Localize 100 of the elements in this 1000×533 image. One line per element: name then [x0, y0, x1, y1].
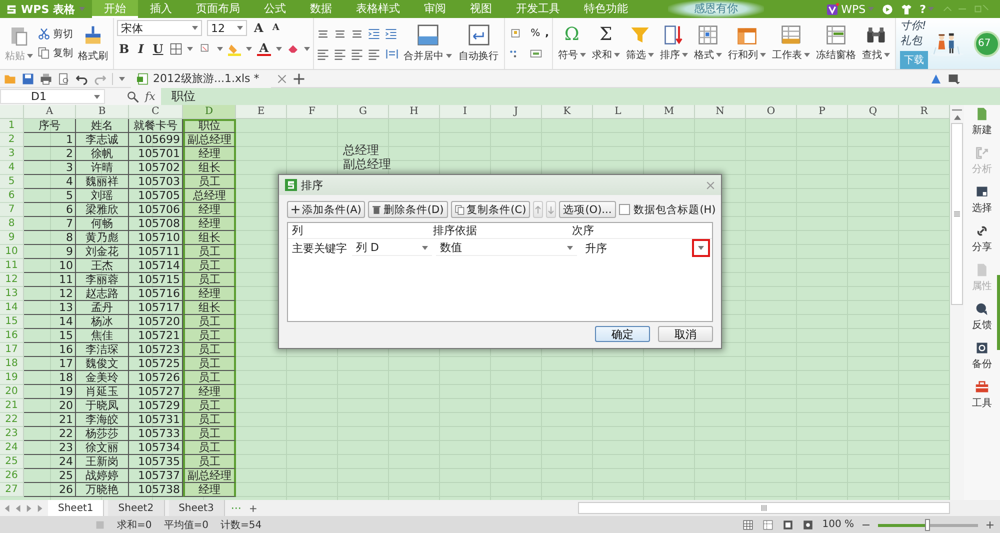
ribbon-tool-button[interactable]: 行和列 — [726, 24, 768, 63]
ribbon-tool-button[interactable]: 冻结窗格 — [814, 24, 858, 63]
panel-handle[interactable] — [997, 275, 1000, 350]
slider-thumb[interactable] — [925, 518, 930, 530]
comma-button[interactable]: , — [545, 28, 549, 39]
order-select[interactable]: 升序 — [585, 240, 607, 256]
sidebar-button[interactable]: 备份 — [972, 341, 992, 371]
ribbon-tool-button[interactable]: Σ 求和 — [590, 24, 622, 63]
sort-basis-select[interactable]: 数值 — [436, 240, 577, 256]
sidebar-button[interactable]: 反馈 — [972, 302, 992, 332]
column-header[interactable]: J — [491, 105, 542, 119]
font-name-select[interactable]: 宋体 — [117, 20, 202, 36]
font-color-button[interactable]: A — [257, 42, 271, 56]
order-dropdown-button[interactable] — [692, 239, 710, 257]
table-cell: 姓名 — [76, 119, 129, 133]
sheet-tab[interactable]: Sheet1 — [48, 500, 104, 516]
add-sheet-button[interactable]: + — [247, 500, 259, 516]
ribbon-tool-button[interactable]: 筛选 — [624, 24, 656, 63]
arrow-up-icon — [534, 204, 542, 214]
table-cell: 17 — [24, 357, 76, 371]
italic-button[interactable]: I — [136, 42, 146, 56]
table-cell: 李海皎 — [76, 413, 129, 427]
table-cell: 员工 — [183, 441, 236, 455]
ribbon-tool-button[interactable]: 格式 — [692, 24, 724, 63]
formula-input[interactable]: 职位 — [161, 88, 1000, 105]
column-header[interactable]: Q — [848, 105, 899, 119]
status-text: 求和=0 — [117, 518, 152, 532]
sheet-tab[interactable]: Sheet3 — [168, 500, 225, 516]
column-header[interactable]: A — [24, 105, 76, 119]
merge-center-button[interactable]: 合并居中 — [402, 23, 454, 64]
move-down-button[interactable] — [546, 201, 556, 218]
align-icon — [350, 48, 363, 60]
move-up-button[interactable] — [533, 201, 544, 218]
table-cell: 8 — [24, 231, 76, 245]
sidebar-button[interactable]: 工具 — [972, 380, 992, 410]
sidebar-button[interactable]: 选择 — [972, 185, 992, 215]
function-label[interactable]: fx — [145, 90, 156, 103]
cut-button[interactable]: 剪切 — [38, 27, 73, 41]
document-tab[interactable]: 2012级旅游...1.xls * — [131, 70, 271, 88]
column-header[interactable]: G — [338, 105, 389, 119]
zoom-icon — [127, 90, 139, 102]
undo-icon — [76, 72, 88, 84]
underline-button[interactable]: U — [150, 42, 166, 56]
grow-font-button[interactable]: A — [252, 21, 266, 35]
ribbon-tool-button[interactable]: 查找 — [860, 24, 892, 63]
ok-button[interactable]: 确定 — [595, 326, 650, 342]
cancel-button[interactable]: 取消 — [658, 326, 713, 342]
caret-icon — [698, 246, 704, 250]
vertical-scrollbar[interactable] — [950, 105, 964, 500]
sheet-tab[interactable]: Sheet2 — [108, 500, 165, 516]
checkbox-label[interactable]: 数据包含标题(H) — [634, 202, 716, 216]
delete-condition-button[interactable]: 删除条件(D) — [368, 201, 448, 218]
select-all-corner[interactable] — [0, 105, 24, 119]
status-text: 计数=54 — [220, 518, 262, 532]
column-header[interactable]: I — [440, 105, 491, 119]
column-header[interactable]: E — [236, 105, 287, 119]
column-header[interactable]: D — [183, 105, 236, 119]
font-size-select[interactable]: 12 — [207, 20, 247, 36]
caret-icon — [422, 246, 428, 250]
column-header[interactable]: L — [593, 105, 644, 119]
table-cell: 10 — [24, 259, 76, 273]
column-header[interactable]: N — [695, 105, 746, 119]
sheet-icon — [780, 25, 801, 45]
ribbon-tool-button[interactable]: 工作表 — [770, 24, 812, 63]
new-tab-icon — [293, 72, 305, 84]
table-cell: 18 — [24, 371, 76, 385]
scissors-icon — [38, 28, 50, 40]
bold-button[interactable]: B — [117, 42, 132, 56]
copy-condition-button[interactable]: 复制条件(C) — [450, 201, 530, 218]
horizontal-scrollbar[interactable] — [578, 502, 950, 514]
column-header[interactable]: P — [797, 105, 848, 119]
sidebar-button[interactable]: 新建 — [972, 107, 992, 137]
column-header[interactable]: O — [746, 105, 797, 119]
wrap-text-button[interactable]: 自动换行 — [456, 23, 501, 64]
copy-button[interactable]: 复制 — [38, 46, 73, 60]
name-box[interactable]: D1 — [0, 89, 105, 104]
trash-icon — [372, 204, 382, 214]
format-painter-button[interactable]: 格式刷 — [76, 23, 110, 64]
sidebar-button[interactable]: 分享 — [972, 224, 992, 254]
table-cell: 于晓凤 — [76, 399, 129, 413]
column-header[interactable]: C — [129, 105, 183, 119]
column-header[interactable]: K — [542, 105, 593, 119]
column-select[interactable]: 列 D — [352, 240, 432, 256]
percent-button[interactable]: % — [530, 28, 540, 39]
add-condition-button[interactable]: 添加条件(A) — [287, 201, 366, 218]
options-button[interactable]: 选项(O)... — [559, 201, 616, 218]
ribbon-tool-button[interactable]: 排序 — [658, 24, 690, 63]
column-header[interactable]: F — [287, 105, 338, 119]
table-cell: 徐文丽 — [76, 441, 129, 455]
shrink-font-button[interactable]: A — [270, 23, 282, 33]
table-cell: 刘瑶 — [76, 189, 129, 203]
table-cell: 19 — [24, 385, 76, 399]
column-header[interactable]: B — [76, 105, 129, 119]
header-checkbox[interactable] — [618, 204, 630, 215]
ribbon-tool-button[interactable]: Ω 符号 — [556, 24, 588, 63]
column-header[interactable]: H — [389, 105, 440, 119]
table-cell: 员工 — [183, 175, 236, 189]
column-header[interactable]: R — [899, 105, 950, 119]
column-header[interactable]: M — [644, 105, 695, 119]
grid-icon — [698, 25, 718, 45]
